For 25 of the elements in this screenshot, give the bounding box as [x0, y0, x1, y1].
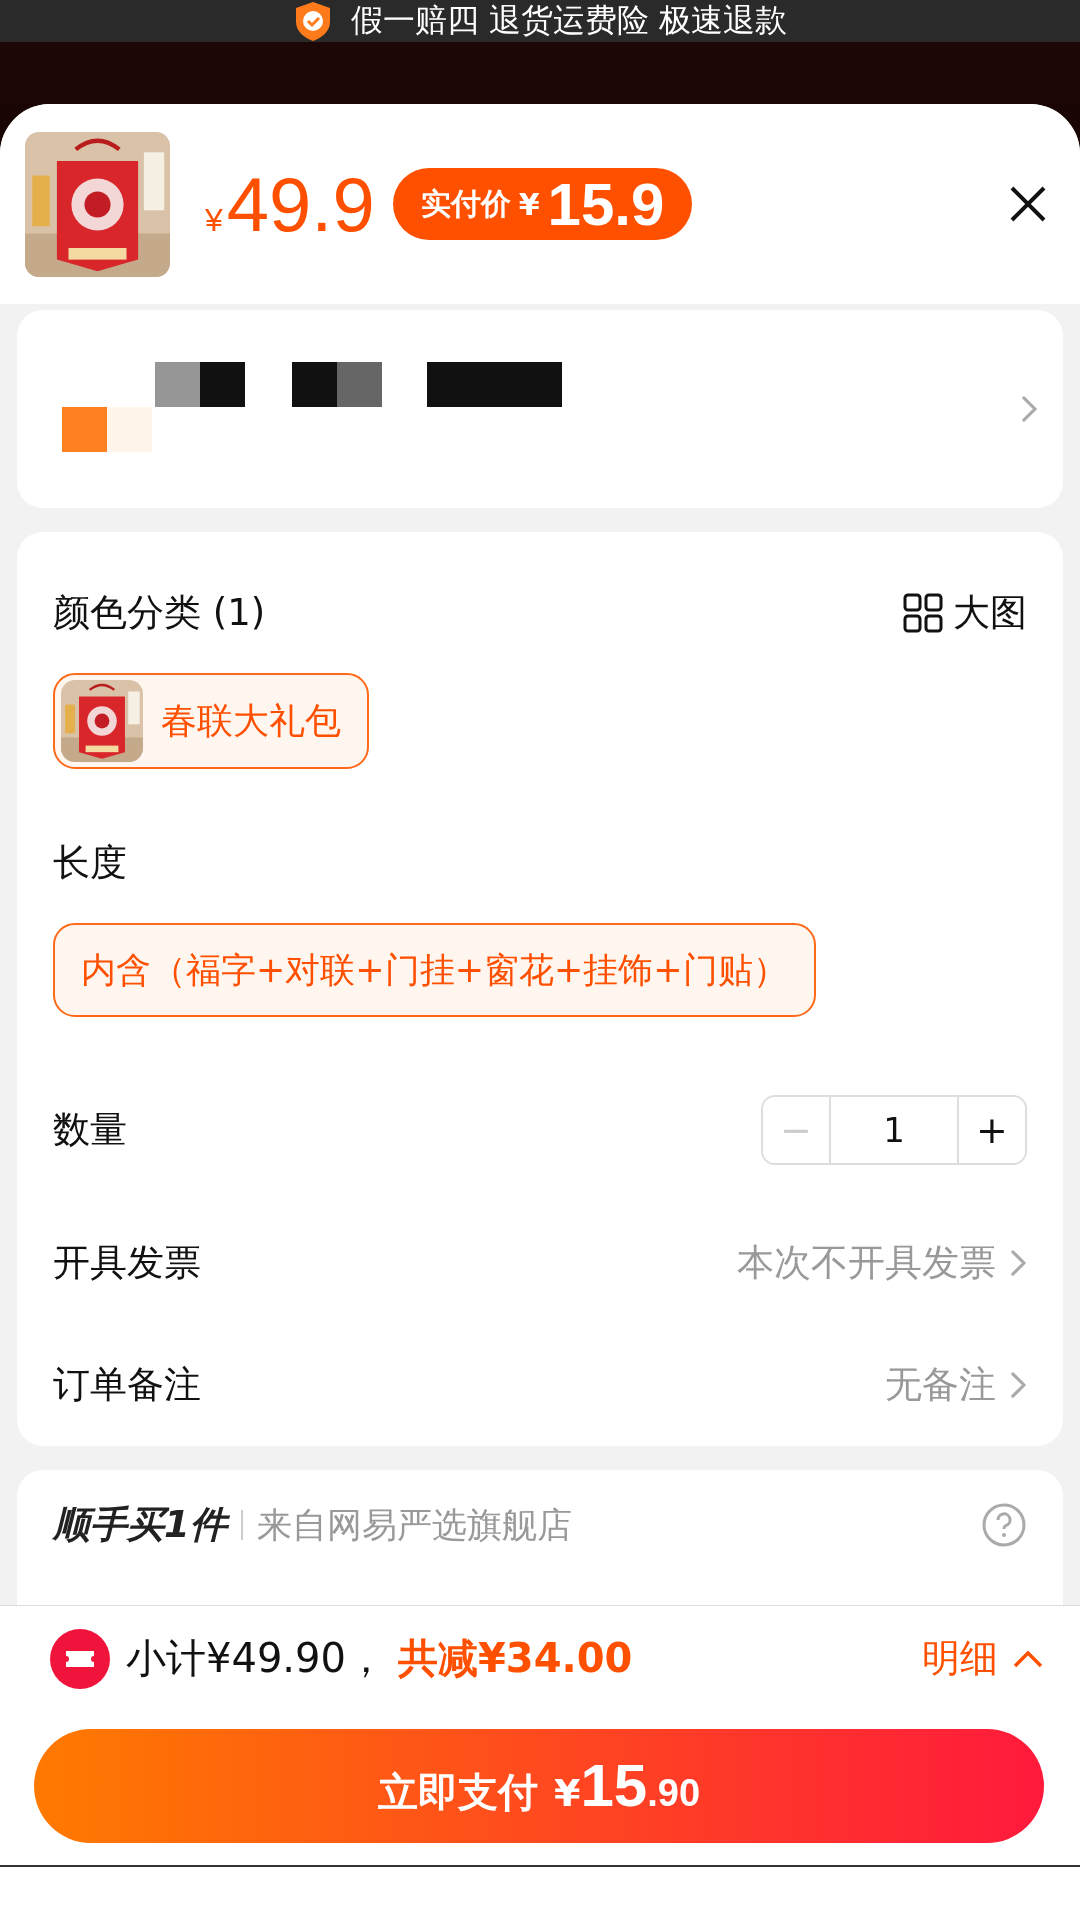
large-image-button[interactable]: 大图 [903, 587, 1027, 638]
actual-price-badge: 实付价 ¥15.9 [392, 168, 693, 240]
option-chip[interactable]: 春联大礼包 [53, 673, 369, 769]
pay-now-button[interactable]: 立即支付 ¥15.90 [34, 1729, 1044, 1843]
chevron-right-icon [1010, 1371, 1027, 1399]
row-label: 订单备注 [53, 1362, 201, 1408]
quantity-label: 数量 [53, 1107, 127, 1153]
row-label: 开具发票 [53, 1240, 201, 1286]
option-chip[interactable]: 内含（福字+对联+门挂+窗花+挂饰+门贴） [53, 923, 816, 1017]
row-value-link[interactable]: 本次不开具发票 [737, 1238, 1027, 1288]
grid-icon [903, 592, 943, 633]
address-card[interactable] [17, 310, 1063, 508]
details-button[interactable]: 明细 [922, 1633, 1044, 1684]
row-value-link[interactable]: 无备注 [885, 1360, 1027, 1410]
option-title: 颜色分类 (1) [53, 589, 266, 636]
chevron-right-icon [1010, 1249, 1027, 1277]
product-price: ¥49.9 [205, 160, 375, 248]
chevron-right-icon [1021, 395, 1038, 423]
option-title: 长度 [53, 839, 127, 886]
ticket-icon [50, 1628, 110, 1689]
guarantee-banner-text: 假一赔四 退货运费险 极速退款 [350, 0, 788, 41]
subtotal-text: 小计¥49.90， [126, 1634, 386, 1683]
addon-source: 来自网易严选旗舰店 [256, 1503, 572, 1547]
discount-text: 共减¥34.00 [397, 1634, 633, 1683]
caret-up-icon [1012, 1648, 1044, 1669]
